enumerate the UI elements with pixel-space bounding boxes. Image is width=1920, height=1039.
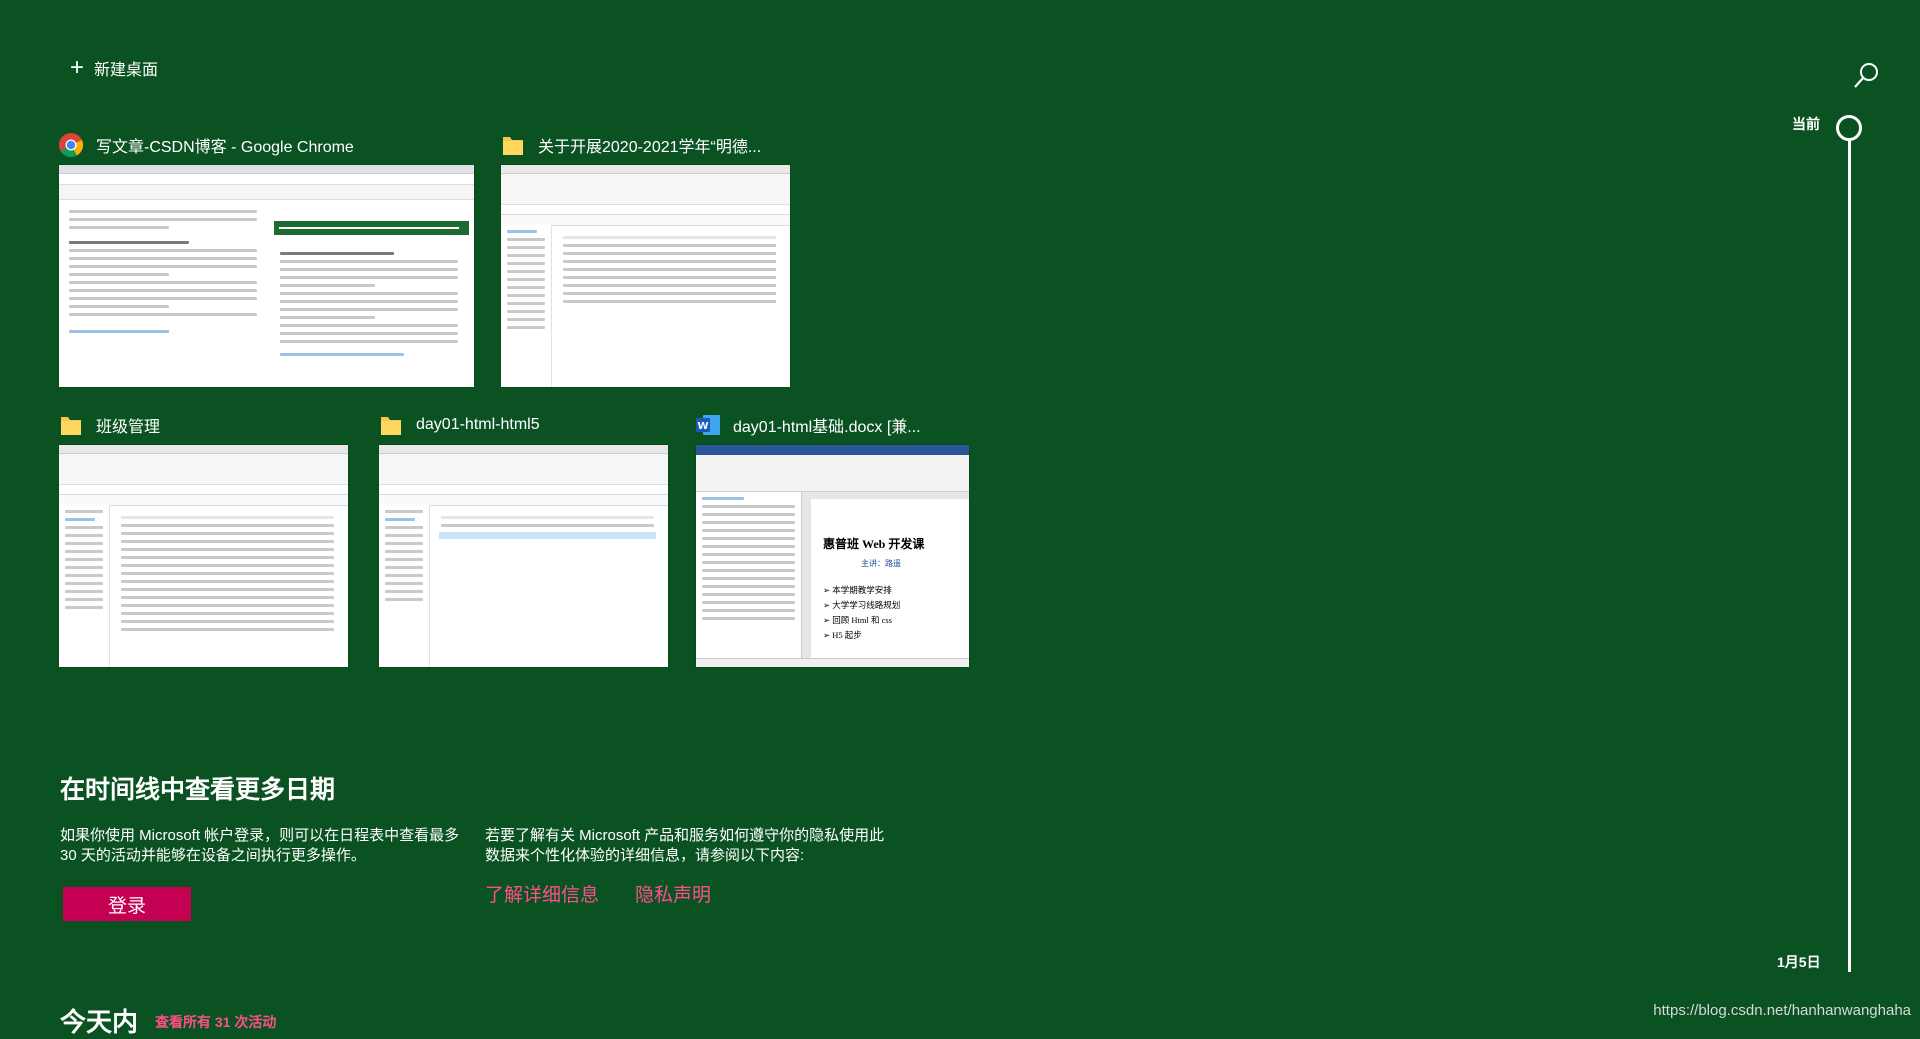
privacy-statement-link[interactable]: 隐私声明	[635, 880, 711, 907]
new-desktop-button[interactable]: + 新建桌面	[70, 56, 158, 80]
today-heading: 今天内	[60, 1007, 139, 1037]
window-thumbnail-folder-class[interactable]	[58, 444, 349, 668]
window-title: day01-html基础.docx [兼...	[733, 419, 921, 436]
window-card-chrome[interactable]: 写文章-CSDN博客 - Google Chrome	[58, 130, 354, 160]
search-icon[interactable]	[1852, 60, 1882, 90]
word-icon: W	[695, 412, 721, 438]
window-card-folder-class[interactable]: 班级管理	[58, 410, 160, 440]
window-title: day01-html-html5	[416, 416, 540, 433]
window-title: 关于开展2020-2021学年“明德...	[538, 139, 762, 156]
plus-icon: +	[70, 54, 85, 81]
watermark: https://blog.csdn.net/hanhanwanghaha	[1653, 1002, 1911, 1019]
window-thumbnail-chrome[interactable]	[58, 164, 475, 388]
window-title: 班级管理	[96, 419, 161, 436]
new-desktop-label: 新建桌面	[94, 62, 159, 79]
window-thumbnail-word[interactable]: 惠普班 Web 开发课 主讲：路遥 ➢ 本学期教学安排 ➢ 大学学习线路规划 ➢…	[695, 444, 970, 668]
word-bullet: ➢ 回顾 Html 和 css	[823, 615, 892, 625]
window-thumbnail-folder-day01[interactable]	[378, 444, 669, 668]
word-page: 惠普班 Web 开发课 主讲：路遥 ➢ 本学期教学安排 ➢ 大学学习线路规划 ➢…	[811, 499, 969, 659]
word-heading: 惠普班 Web 开发课	[823, 537, 925, 551]
word-bullet: ➢ H5 起步	[823, 630, 862, 640]
learn-more-link[interactable]: 了解详细信息	[485, 880, 599, 907]
word-bullet: ➢ 本学期教学安排	[823, 585, 892, 595]
timeline-knob[interactable]	[1836, 115, 1862, 141]
folder-icon	[500, 132, 526, 158]
window-card-folder-mingde[interactable]: 关于开展2020-2021学年“明德...	[500, 130, 761, 160]
svg-text:W: W	[697, 421, 708, 432]
window-card-folder-day01[interactable]: day01-html-html5	[378, 410, 540, 440]
privacy-description: 若要了解有关 Microsoft 产品和服务如何遵守你的隐私使用此数据来个性化体…	[485, 827, 885, 864]
see-all-activities-link[interactable]: 查看所有 31 次活动	[155, 1012, 276, 1032]
folder-icon	[378, 412, 404, 438]
timeline-date-label[interactable]: 1月5日	[1777, 952, 1821, 972]
word-bullet: ➢ 大学学习线路规划	[823, 600, 901, 610]
sign-in-description: 如果你使用 Microsoft 帐户登录，则可以在日程表中查看最多 30 天的活…	[60, 827, 460, 864]
window-title: 写文章-CSDN博客 - Google Chrome	[96, 139, 354, 156]
timeline-track[interactable]	[1848, 126, 1851, 972]
window-card-word[interactable]: W day01-html基础.docx [兼...	[695, 410, 921, 440]
window-thumbnail-folder-mingde[interactable]	[500, 164, 791, 388]
login-button[interactable]: 登录	[63, 887, 191, 921]
more-dates-heading: 在时间线中查看更多日期	[60, 776, 336, 804]
word-lecturer: 主讲：路遥	[861, 559, 901, 568]
timeline-current-label: 当前	[1792, 116, 1820, 132]
folder-icon	[58, 412, 84, 438]
chrome-icon	[58, 132, 84, 158]
